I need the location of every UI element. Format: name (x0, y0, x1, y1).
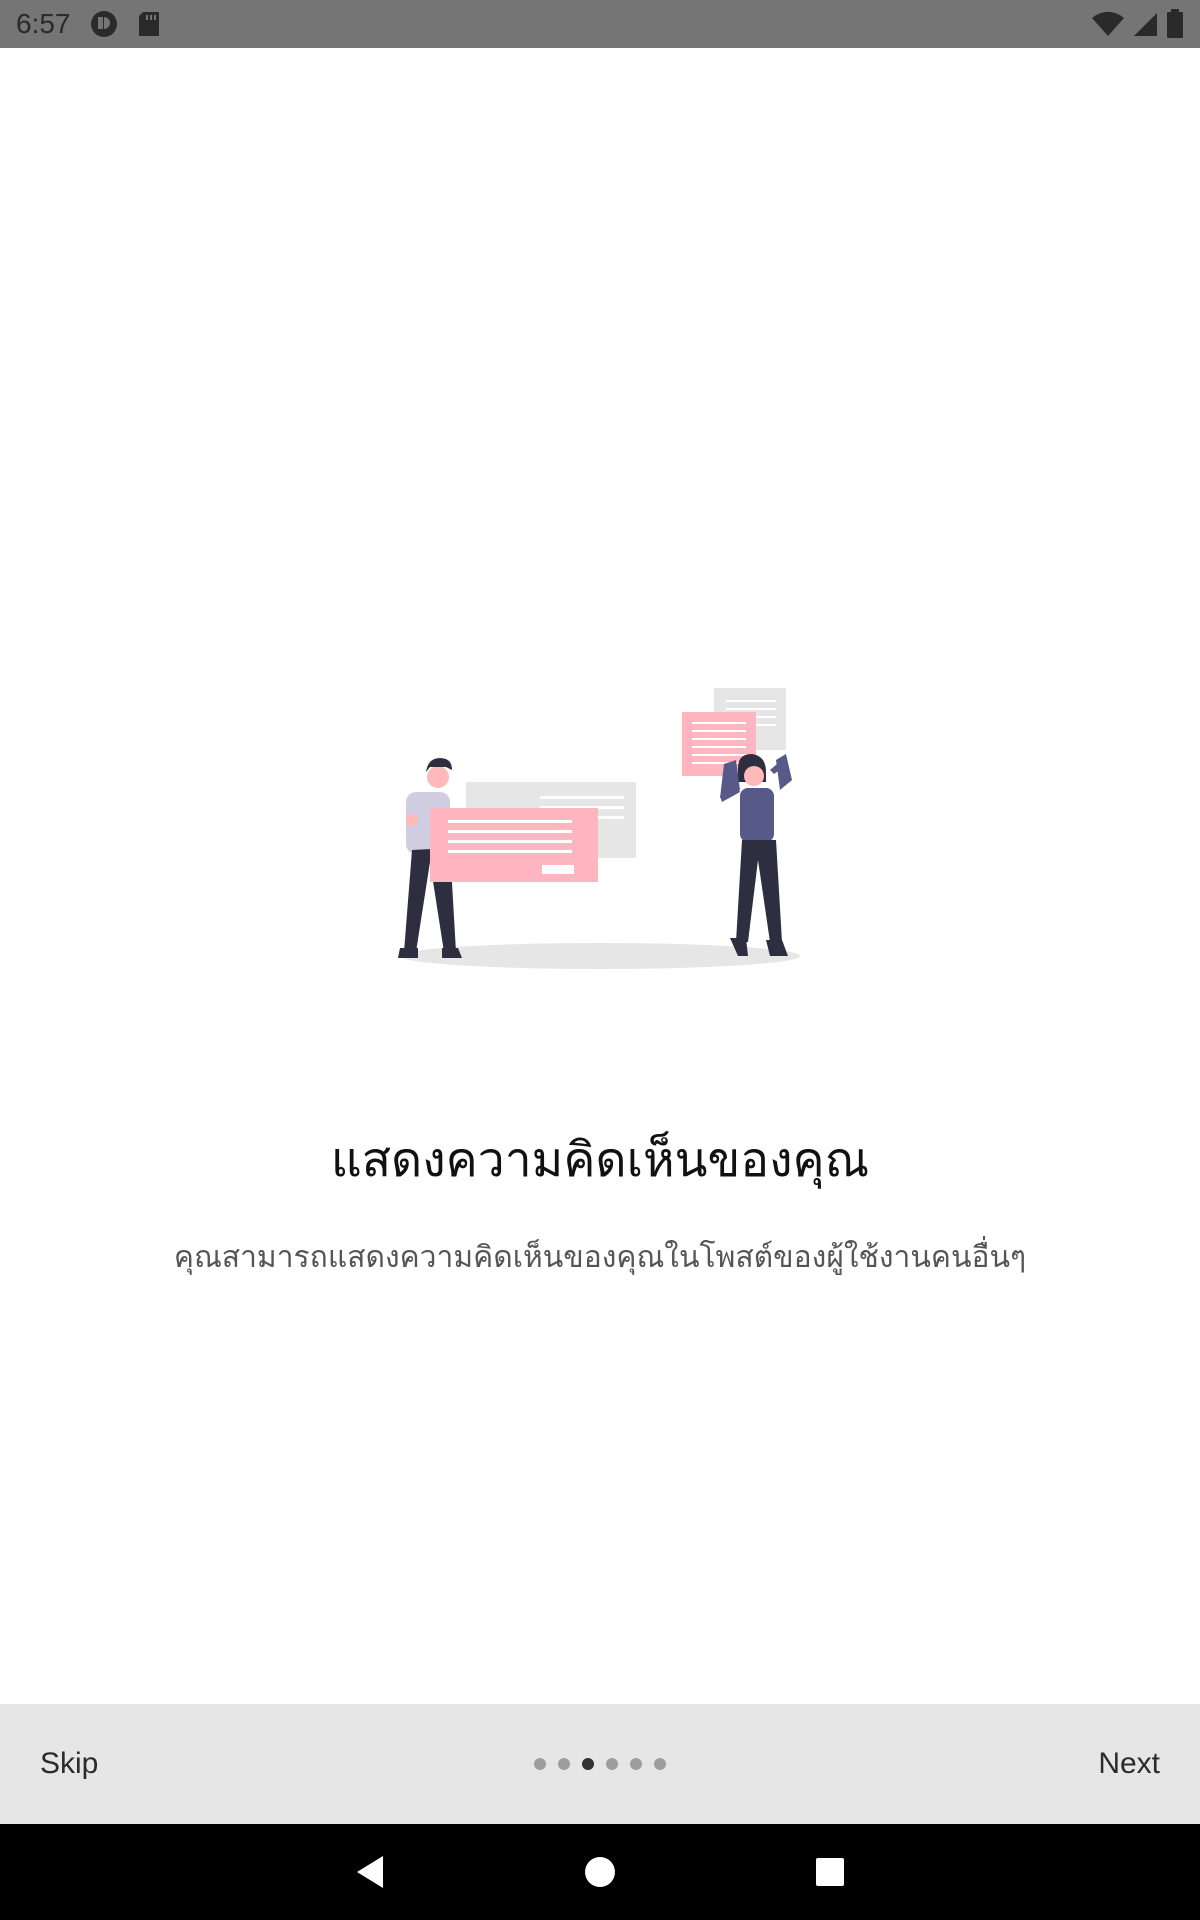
back-icon[interactable] (340, 1842, 400, 1902)
sd-card-icon (137, 10, 161, 38)
page-dot-active[interactable] (582, 1758, 594, 1770)
page-indicator (534, 1758, 666, 1770)
comment-illustration (390, 680, 810, 980)
page-dot[interactable] (606, 1758, 618, 1770)
page-dot[interactable] (630, 1758, 642, 1770)
page-dot[interactable] (534, 1758, 546, 1770)
status-left: 6:57 (16, 8, 161, 40)
next-button[interactable]: Next (1098, 1747, 1160, 1781)
cell-signal-icon (1132, 11, 1158, 37)
status-time: 6:57 (16, 8, 71, 39)
data-saver-icon (89, 9, 119, 39)
page-dot[interactable] (654, 1758, 666, 1770)
page-subtitle: คุณสามารถแสดงความคิดเห็นของคุณในโพสต์ของ… (173, 1240, 1027, 1275)
recents-icon[interactable] (800, 1842, 860, 1902)
wifi-icon (1092, 11, 1124, 37)
system-nav-bar (0, 1824, 1200, 1920)
skip-button[interactable]: Skip (40, 1747, 98, 1781)
page-title: แสดงความคิดเห็นของคุณ (330, 1132, 870, 1188)
status-bar: 6:57 (0, 0, 1200, 48)
home-icon[interactable] (570, 1842, 630, 1902)
battery-icon (1166, 9, 1184, 39)
page-dot[interactable] (558, 1758, 570, 1770)
status-right (1092, 9, 1184, 39)
